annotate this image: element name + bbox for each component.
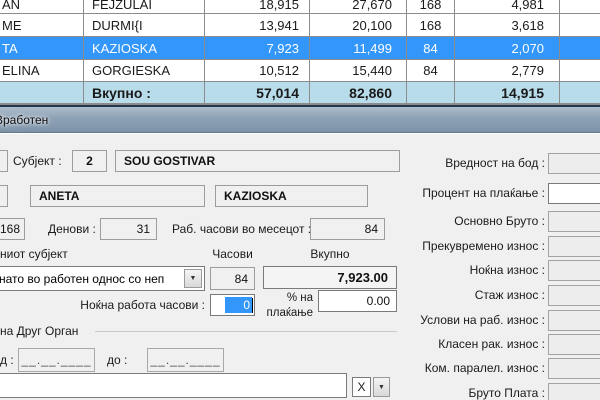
cell-hours: 84 bbox=[407, 37, 455, 59]
pay-pct-field[interactable]: 0.00 bbox=[318, 290, 397, 312]
table-total-row: Вкупно : 57,014 82,860 14,915 bbox=[0, 82, 600, 104]
value-field[interactable] bbox=[548, 183, 600, 204]
selected-text: 0 bbox=[225, 297, 252, 313]
days-label: Денови : bbox=[48, 218, 96, 240]
cell-first-name: AN bbox=[2, 0, 20, 12]
field-label: Основно Бруто : bbox=[408, 211, 545, 232]
contract-dropdown[interactable]: нато во работен однос со неп ▼ bbox=[0, 266, 205, 291]
cell-amount3: 4,981 bbox=[511, 0, 544, 12]
cell-amount1: 13,941 bbox=[205, 14, 310, 36]
employee-table: AN FEJZULAI 18,915 27,670 168 4,981 ME D… bbox=[0, 0, 600, 104]
employee-panel-titlebar: Вработен bbox=[0, 107, 600, 133]
value-field[interactable] bbox=[548, 236, 600, 257]
cell-amount1: 18,915 bbox=[259, 0, 299, 12]
cell-amount2: 11,499 bbox=[310, 37, 407, 59]
total-amount2: 82,860 bbox=[310, 82, 407, 103]
total-header: Вкупно bbox=[263, 247, 397, 261]
table-row[interactable]: ME DURMI{I 13,941 20,100 168 3,618 bbox=[0, 14, 600, 37]
bottom-combobox-field[interactable] bbox=[0, 373, 347, 398]
contract-dropdown-value: нато во работен однос со неп bbox=[0, 272, 204, 286]
month-hours-field[interactable]: 84 bbox=[310, 218, 385, 240]
cell-last-name: KAZIOSKA bbox=[84, 37, 205, 59]
other-organ-group-label: на Друг Орган bbox=[0, 324, 78, 338]
cell-amount2: 15,440 bbox=[310, 60, 407, 81]
contract-hours-field[interactable]: 84 bbox=[210, 267, 255, 290]
total-amount1: 57,014 bbox=[205, 82, 310, 103]
cell-first-name: ELINA bbox=[0, 60, 84, 81]
panel-title: Вработен bbox=[0, 113, 48, 127]
pay-pct-label: % на плаќање bbox=[256, 291, 313, 323]
field-label: Класен рак. износ : bbox=[408, 334, 545, 355]
table-row[interactable]: ELINA GORGIESKA 10,512 15,440 84 2,779 bbox=[0, 60, 600, 82]
cell-hours: 168 bbox=[407, 14, 455, 36]
subject-column-label: ниот субјект bbox=[0, 246, 68, 262]
subject-label: Субјект : bbox=[13, 150, 62, 172]
chevron-down-icon[interactable]: ▼ bbox=[184, 269, 202, 288]
contract-total-field[interactable]: 7,923.00 bbox=[263, 266, 397, 289]
total-label: Вкупно : bbox=[84, 82, 205, 103]
field-label: Процент на плаќање : bbox=[408, 183, 545, 204]
cut-field-left-1[interactable] bbox=[0, 150, 8, 172]
clear-button[interactable]: X bbox=[352, 377, 371, 397]
field-label: Ноќна износ : bbox=[408, 260, 545, 281]
value-field[interactable] bbox=[548, 285, 600, 306]
cell-last-name: FEJZULAI bbox=[92, 0, 152, 12]
value-field[interactable] bbox=[548, 260, 600, 281]
emp-code-field[interactable]: 168 bbox=[0, 218, 25, 240]
table-row-selected[interactable]: TA KAZIOSKA 7,923 11,499 84 2,070 bbox=[0, 37, 600, 60]
month-hours-label: Раб. часови во месецот : bbox=[172, 218, 311, 240]
last-name-field[interactable]: KAZIOSKA bbox=[215, 185, 368, 207]
cell-amount1: 7,923 bbox=[205, 37, 310, 59]
value-field[interactable] bbox=[548, 211, 600, 232]
value-field[interactable] bbox=[548, 310, 600, 331]
date-from-field[interactable]: __.__.____ bbox=[18, 348, 95, 372]
subject-name-field[interactable]: SOU GOSTIVAR bbox=[115, 150, 400, 172]
hours-header: Часови bbox=[210, 247, 255, 261]
first-name-field[interactable]: ANETA bbox=[30, 185, 205, 207]
cell-last-name: DURMI{I bbox=[84, 14, 205, 36]
field-label: Стаж износ : bbox=[408, 285, 545, 306]
subject-code-field[interactable]: 2 bbox=[72, 150, 107, 172]
cell-first-name: TA bbox=[0, 37, 84, 59]
cell-amount2: 27,670 bbox=[352, 0, 392, 12]
cut-field-left-2[interactable] bbox=[0, 185, 8, 207]
cell-amount3: 2,070 bbox=[455, 37, 560, 59]
text-caret bbox=[252, 298, 253, 313]
field-label: Вредност на бод : bbox=[408, 153, 545, 174]
value-field[interactable] bbox=[548, 153, 600, 174]
field-label: Прекувремено износ : bbox=[408, 236, 545, 257]
cell-amount3: 3,618 bbox=[455, 14, 560, 36]
total-amount3: 14,915 bbox=[455, 82, 560, 103]
value-field[interactable] bbox=[548, 358, 600, 379]
field-label: Бруто Плата : bbox=[408, 383, 545, 400]
field-label: Услови на раб. износ : bbox=[408, 310, 545, 331]
night-hours-label: Ноќна работа часови : bbox=[40, 294, 205, 316]
date-to-label: до : bbox=[107, 348, 127, 372]
app-window: AN FEJZULAI 18,915 27,670 168 4,981 ME D… bbox=[0, 0, 600, 400]
value-field[interactable] bbox=[548, 383, 600, 400]
cell-amount2: 20,100 bbox=[310, 14, 407, 36]
cell-amount1: 10,512 bbox=[205, 60, 310, 81]
field-label: Ком. паралел. износ : bbox=[408, 358, 545, 379]
night-hours-field[interactable]: 0 bbox=[210, 294, 255, 316]
date-to-field[interactable]: __.__.____ bbox=[147, 348, 224, 372]
days-field[interactable]: 31 bbox=[100, 218, 157, 240]
cell-first-name: ME bbox=[0, 14, 84, 36]
value-field[interactable] bbox=[548, 334, 600, 355]
cell-hours: 84 bbox=[407, 60, 455, 81]
cell-hours: 168 bbox=[420, 0, 442, 12]
groupbox-border bbox=[95, 331, 397, 332]
table-row[interactable]: AN FEJZULAI 18,915 27,670 168 4,981 bbox=[0, 0, 600, 14]
cell-amount3: 2,779 bbox=[455, 60, 560, 81]
date-from-label: д : bbox=[0, 348, 14, 372]
chevron-down-icon[interactable]: ▼ bbox=[373, 377, 390, 397]
cell-last-name: GORGIESKA bbox=[84, 60, 205, 81]
